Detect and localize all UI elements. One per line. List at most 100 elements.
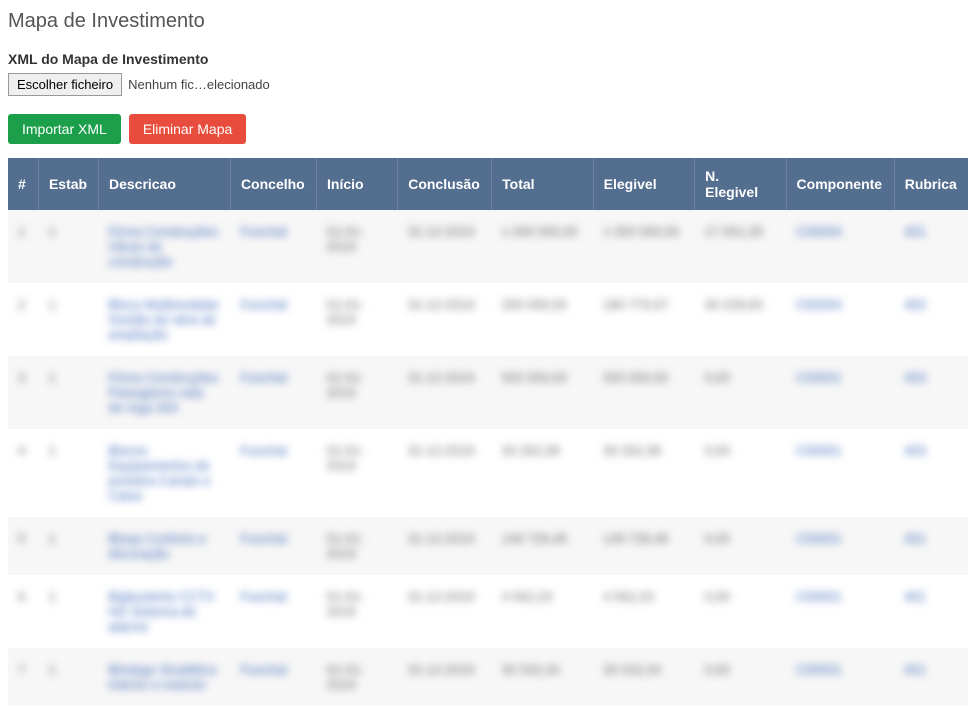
cell-rubrica[interactable]: 401	[894, 517, 968, 575]
cell-componente[interactable]: C00001	[786, 575, 894, 648]
cell-rubrica[interactable]: 401	[894, 648, 968, 706]
col-header-num: #	[8, 158, 38, 210]
cell-conclusao: 31-12-2019	[398, 283, 492, 356]
cell-descricao[interactable]: Firma Construções Paisagismo vala de reg…	[98, 356, 230, 429]
cell-total: 30 542,34	[492, 648, 594, 706]
table-row: 61Bigbustenis CCTV HD Sistema de alarmeF…	[8, 575, 968, 648]
cell-concelho[interactable]: Funchal	[230, 210, 316, 283]
cell-inicio: 01-01-2019	[317, 575, 398, 648]
cell-elegivel: 1 000 000,00	[593, 210, 695, 283]
cell-num: 2	[8, 283, 38, 356]
cell-total: 4 562,23	[492, 575, 594, 648]
cell-rubrica[interactable]: 401	[894, 575, 968, 648]
col-header-total: Total	[492, 158, 594, 210]
cell-inicio: 01-01-2019	[317, 283, 398, 356]
cell-estab: 1	[38, 575, 98, 648]
cell-inicio: 01-01-2019	[317, 210, 398, 283]
cell-concelho[interactable]: Funchal	[230, 648, 316, 706]
col-header-componente: Componente	[786, 158, 894, 210]
cell-descricao[interactable]: Bigbustenis CCTV HD Sistema de alarme	[98, 575, 230, 648]
choose-file-button[interactable]: Escolher ficheiro	[8, 73, 122, 96]
page-title: Mapa de Investimento	[8, 10, 968, 33]
cell-nelegivel: 17 001,28	[695, 210, 786, 283]
cell-inicio: 01-01-2019	[317, 648, 398, 706]
cell-estab: 1	[38, 648, 98, 706]
table-row: 21Bloco Multimodelar Gestão de obra de a…	[8, 283, 968, 356]
cell-num: 5	[8, 517, 38, 575]
delete-map-button[interactable]: Eliminar Mapa	[129, 114, 246, 144]
col-header-rubrica: Rubrica	[894, 158, 968, 210]
table-row: 31Firma Construções Paisagismo vala de r…	[8, 356, 968, 429]
cell-concelho[interactable]: Funchal	[230, 283, 316, 356]
cell-elegivel: 500 000,00	[593, 356, 695, 429]
cell-rubrica[interactable]: 401	[894, 210, 968, 283]
col-header-estab: Estab	[38, 158, 98, 210]
cell-num: 6	[8, 575, 38, 648]
cell-descricao[interactable]: Bloco Multimodelar Gestão de obra de amp…	[98, 283, 230, 356]
table-row: 51Bloqa Conforto e decoraçãoFunchal01-01…	[8, 517, 968, 575]
cell-componente[interactable]: C00001	[786, 517, 894, 575]
cell-elegivel: 30 542,34	[593, 648, 695, 706]
cell-num: 4	[8, 429, 38, 517]
cell-componente[interactable]: C00001	[786, 429, 894, 517]
cell-descricao[interactable]: Firma Construções Obras de construção	[98, 210, 230, 283]
cell-inicio: 01-01-2019	[317, 356, 398, 429]
cell-total: 500 000,00	[492, 356, 594, 429]
cell-total: 200 000,00	[492, 283, 594, 356]
cell-descricao[interactable]: Bloqa Conforto e decoração	[98, 517, 230, 575]
cell-estab: 1	[38, 356, 98, 429]
cell-conclusao: 31-12-2019	[398, 356, 492, 429]
col-header-conclusao: Conclusão	[398, 158, 492, 210]
cell-componente[interactable]: C00001	[786, 356, 894, 429]
cell-nelegivel: 0,00	[695, 648, 786, 706]
cell-num: 3	[8, 356, 38, 429]
action-buttons: Importar XML Eliminar Mapa	[8, 114, 968, 144]
cell-concelho[interactable]: Funchal	[230, 356, 316, 429]
cell-total: 30 262,38	[492, 429, 594, 517]
col-header-concelho: Concelho	[230, 158, 316, 210]
cell-concelho[interactable]: Funchal	[230, 429, 316, 517]
cell-concelho[interactable]: Funchal	[230, 517, 316, 575]
cell-estab: 1	[38, 283, 98, 356]
cell-elegivel: 30 262,38	[593, 429, 695, 517]
cell-nelegivel: 30 229,93	[695, 283, 786, 356]
cell-elegivel: 4 562,23	[593, 575, 695, 648]
cell-conclusao: 31-12-2019	[398, 575, 492, 648]
cell-elegivel: 180 770,07	[593, 283, 695, 356]
cell-rubrica[interactable]: 402	[894, 283, 968, 356]
cell-estab: 1	[38, 517, 98, 575]
cell-conclusao: 31-12-2019	[398, 429, 492, 517]
cell-total: 1 000 000,00	[492, 210, 594, 283]
col-header-inicio: Início	[317, 158, 398, 210]
cell-rubrica[interactable]: 403	[894, 429, 968, 517]
cell-conclusao: 31-12-2019	[398, 210, 492, 283]
table-row: 11Firma Construções Obras de construçãoF…	[8, 210, 968, 283]
cell-concelho[interactable]: Funchal	[230, 575, 316, 648]
cell-elegivel: 148 728,48	[593, 517, 695, 575]
table-row: 41Blocos Equipamentos de ponteira Canais…	[8, 429, 968, 517]
file-chooser-row: Escolher ficheiro Nenhum fic…elecionado	[8, 73, 968, 96]
cell-conclusao: 31-12-2019	[398, 648, 492, 706]
cell-descricao[interactable]: Blocos Equipamentos de ponteira Canais e…	[98, 429, 230, 517]
cell-conclusao: 31-12-2019	[398, 517, 492, 575]
cell-num: 7	[8, 648, 38, 706]
cell-inicio: 01-01-2019	[317, 517, 398, 575]
file-status-text: Nenhum fic…elecionado	[128, 77, 270, 92]
cell-nelegivel: 0,00	[695, 356, 786, 429]
cell-estab: 1	[38, 210, 98, 283]
import-xml-button[interactable]: Importar XML	[8, 114, 121, 144]
cell-componente[interactable]: C00004	[786, 283, 894, 356]
cell-descricao[interactable]: Blodago Sinalética interior e exterior	[98, 648, 230, 706]
col-header-descricao: Descricao	[98, 158, 230, 210]
cell-nelegivel: 0,00	[695, 575, 786, 648]
cell-rubrica[interactable]: 403	[894, 356, 968, 429]
cell-num: 1	[8, 210, 38, 283]
col-header-elegivel: Elegivel	[593, 158, 695, 210]
cell-total: 148 728,48	[492, 517, 594, 575]
investment-table: # Estab Descricao Concelho Início Conclu…	[8, 158, 968, 706]
cell-inicio: 01-01-2019	[317, 429, 398, 517]
cell-componente[interactable]: C00001	[786, 648, 894, 706]
table-row: 71Blodago Sinalética interior e exterior…	[8, 648, 968, 706]
cell-componente[interactable]: C00004	[786, 210, 894, 283]
cell-estab: 1	[38, 429, 98, 517]
